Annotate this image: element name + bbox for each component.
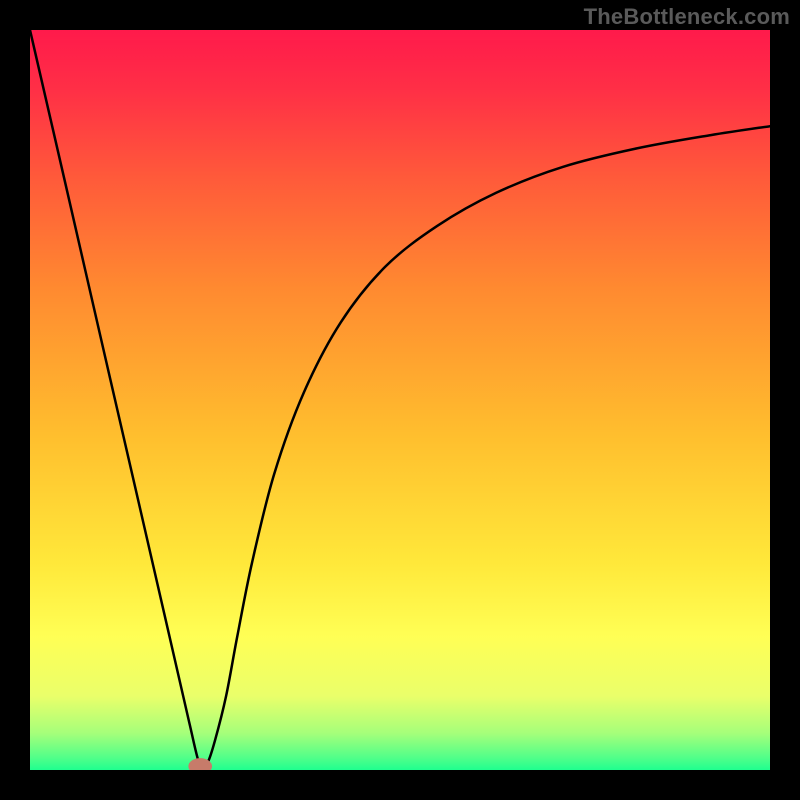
watermark-text: TheBottleneck.com xyxy=(584,4,790,30)
bottleneck-chart-svg xyxy=(30,30,770,770)
plot-area xyxy=(30,30,770,770)
gradient-background xyxy=(30,30,770,770)
chart-frame: TheBottleneck.com xyxy=(0,0,800,800)
